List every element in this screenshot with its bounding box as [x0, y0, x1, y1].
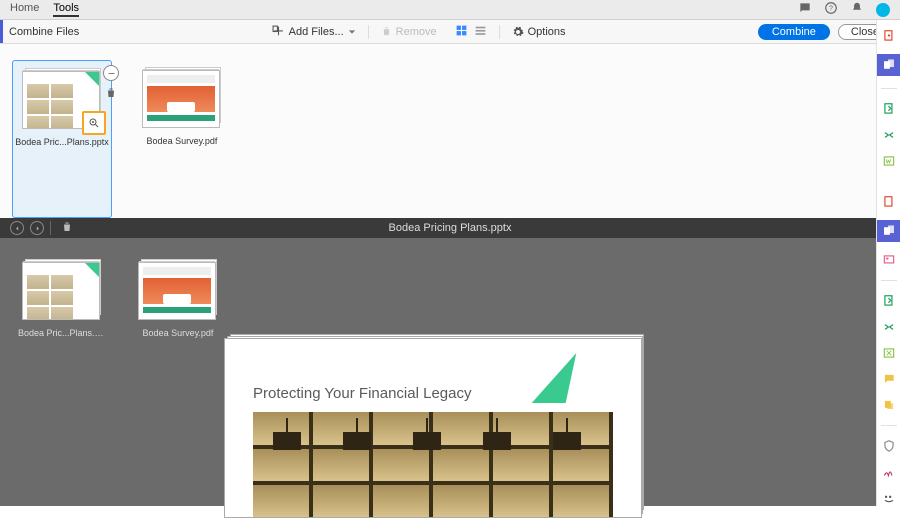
preview-separator: [50, 221, 51, 235]
add-files-button[interactable]: Add Files...: [266, 23, 362, 40]
file-thumbnail: [142, 70, 220, 128]
options-label: Options: [528, 26, 566, 38]
tab-tools[interactable]: Tools: [53, 2, 79, 17]
svg-text:?: ?: [829, 5, 833, 12]
chevron-down-icon: [348, 28, 356, 36]
rail-edit-icon[interactable]: [881, 252, 897, 268]
preview-next-button[interactable]: [30, 221, 44, 235]
rail-export-icon[interactable]: [881, 101, 897, 117]
options-button[interactable]: Options: [506, 24, 572, 40]
preview-file-card[interactable]: Bodea Pric...Plans.pptx: [16, 252, 108, 506]
preview-file-card[interactable]: Bodea Survey.pdf: [132, 252, 224, 506]
remove-button: Remove: [375, 24, 443, 40]
collapse-pages-button[interactable]: [103, 65, 119, 81]
notifications-icon[interactable]: [850, 1, 864, 18]
file-caption: Bodea Pric...Plans.pptx: [13, 137, 111, 147]
rail-combine-icon[interactable]: [877, 54, 900, 76]
slide-photo: [253, 412, 613, 518]
rail-more-icon[interactable]: [881, 490, 897, 506]
rail-create-pdf-icon[interactable]: [881, 28, 897, 44]
slide-preview: Protecting Your Financial Legacy: [224, 338, 644, 518]
rail-word-icon[interactable]: [881, 153, 897, 169]
preview-file-caption: Bodea Pric...Plans.pptx: [16, 328, 108, 338]
rail-export-icon-2[interactable]: [881, 293, 897, 309]
rail-stamp-icon[interactable]: [881, 397, 897, 413]
combine-button[interactable]: Combine: [758, 24, 830, 40]
preview-file-caption: Bodea Survey.pdf: [132, 328, 224, 338]
rail-comment-icon[interactable]: [881, 371, 897, 387]
app-topbar: Home Tools ?: [0, 0, 900, 20]
file-card[interactable]: Bodea Survey.pdf: [132, 60, 232, 218]
add-files-label: Add Files...: [289, 26, 344, 38]
rail-sign-icon[interactable]: [881, 464, 897, 480]
rail-create-pdf-icon-2[interactable]: [881, 194, 897, 210]
right-tool-rail: [876, 20, 900, 506]
rail-combine-icon-2[interactable]: [877, 220, 900, 242]
preview-area: Bodea Pric...Plans.pptx Bodea Survey.pdf…: [0, 238, 900, 506]
gear-icon: [512, 26, 524, 38]
preview-toolbar: Bodea Pricing Plans.pptx: [0, 218, 900, 238]
rail-protect-icon[interactable]: [881, 438, 897, 454]
preview-trash-button[interactable]: [57, 221, 73, 236]
expand-preview-button[interactable]: [82, 111, 106, 135]
rail-compress-icon[interactable]: [881, 127, 897, 143]
tab-home[interactable]: Home: [10, 2, 39, 17]
user-avatar[interactable]: [876, 3, 890, 17]
list-view-button[interactable]: [474, 24, 487, 40]
file-thumbnails-area: Bodea Pric...Plans.pptx Bodea Survey.pdf: [0, 44, 900, 218]
toolbar-title: Combine Files: [3, 26, 79, 38]
add-files-icon: [272, 25, 285, 38]
grid-view-button[interactable]: [455, 24, 468, 40]
file-card-selected[interactable]: Bodea Pric...Plans.pptx: [12, 60, 112, 218]
rail-compress-icon-2[interactable]: [881, 319, 897, 335]
remove-label: Remove: [396, 26, 437, 38]
comments-icon[interactable]: [798, 1, 812, 18]
trash-icon: [381, 26, 392, 37]
file-caption: Bodea Survey.pdf: [132, 136, 232, 146]
combine-toolbar: Combine Files Add Files... Remove Option…: [0, 20, 900, 44]
delete-file-button[interactable]: [105, 87, 117, 102]
toolbar-separator-2: [499, 25, 500, 39]
preview-prev-button[interactable]: [10, 221, 24, 235]
preview-title: Bodea Pricing Plans.pptx: [389, 222, 512, 234]
expand-icon: [88, 117, 100, 129]
help-icon[interactable]: ?: [824, 1, 838, 18]
rail-excel-icon[interactable]: [881, 345, 897, 361]
toolbar-separator: [368, 25, 369, 39]
